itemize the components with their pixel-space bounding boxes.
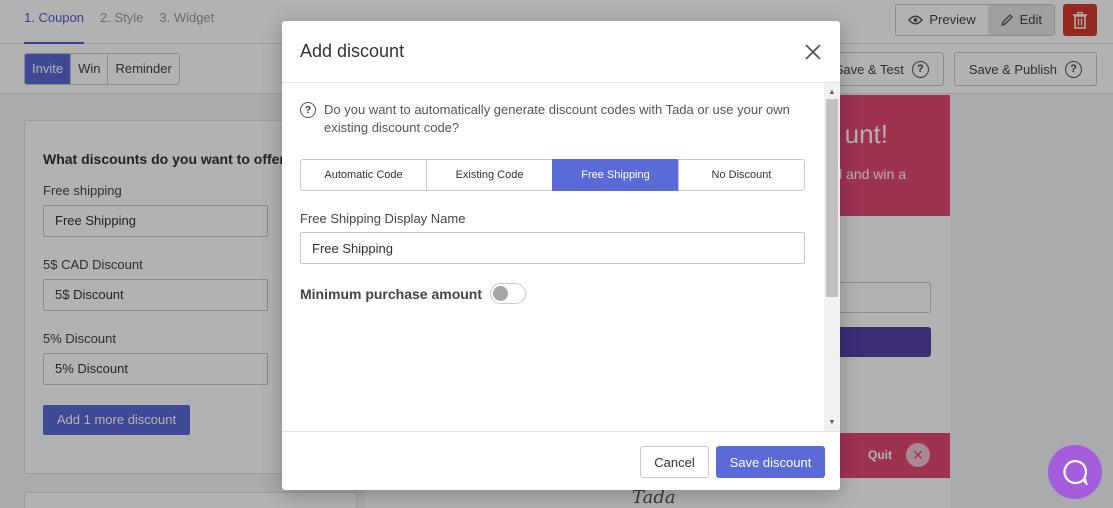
- save-discount-button[interactable]: Save discount: [716, 446, 825, 478]
- close-icon: [805, 44, 821, 60]
- close-button[interactable]: [802, 41, 824, 63]
- chat-icon: [1063, 459, 1088, 485]
- toggle-knob: [493, 286, 509, 301]
- code-type-tabs: Automatic Code Existing Code Free Shippi…: [300, 159, 805, 191]
- tab-free-shipping[interactable]: Free Shipping: [552, 159, 679, 191]
- min-purchase-label: Minimum purchase amount: [300, 285, 483, 302]
- tab-automatic-code[interactable]: Automatic Code: [300, 159, 427, 191]
- chat-button[interactable]: [1048, 445, 1102, 499]
- min-purchase-toggle[interactable]: [490, 283, 527, 304]
- scroll-thumb[interactable]: [826, 99, 838, 297]
- tab-no-discount[interactable]: No Discount: [678, 159, 805, 191]
- scroll-up-arrow-icon[interactable]: ▲: [824, 85, 840, 99]
- display-name-input[interactable]: [300, 232, 805, 264]
- question-icon: ?: [300, 102, 316, 118]
- tab-existing-code[interactable]: Existing Code: [426, 159, 553, 191]
- min-purchase-row: Minimum purchase amount: [300, 283, 527, 304]
- modal-footer: Cancel Save discount: [282, 431, 840, 490]
- help-row: ? Do you want to automatically generate …: [300, 101, 800, 137]
- cancel-button[interactable]: Cancel: [640, 446, 709, 478]
- modal-scrollbar[interactable]: ▲ ▼: [824, 83, 840, 431]
- modal-header: Add discount: [282, 21, 840, 83]
- scroll-down-arrow-icon[interactable]: ▼: [824, 415, 840, 429]
- help-text: Do you want to automatically generate di…: [324, 102, 790, 135]
- add-discount-modal: Add discount ? Do you want to automatica…: [282, 21, 840, 490]
- modal-title: Add discount: [300, 41, 405, 61]
- display-name-label: Free Shipping Display Name: [300, 211, 466, 226]
- modal-body: ? Do you want to automatically generate …: [282, 83, 824, 431]
